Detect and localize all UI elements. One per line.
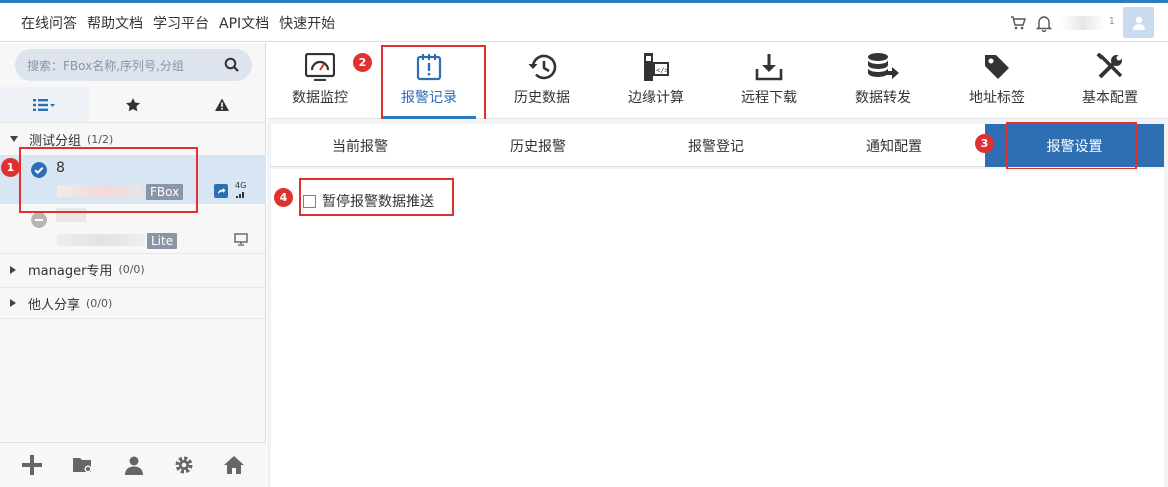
step-marker-1: 1 bbox=[1, 158, 20, 177]
highlight-box-device bbox=[19, 147, 198, 213]
tab-list-view[interactable] bbox=[0, 87, 89, 122]
caret-right-icon bbox=[10, 265, 16, 274]
svg-text:</>: </> bbox=[656, 67, 669, 75]
module-toolbar: 数据监控 报警记录 历史数据 </> 边缘计算 远程下载 数据转发 地址标签 基… bbox=[267, 43, 1168, 122]
tool-edge-compute[interactable]: </> 边缘计算 bbox=[603, 43, 709, 119]
caret-right-icon bbox=[10, 299, 16, 307]
highlight-box-option bbox=[299, 178, 454, 216]
group-row-shared[interactable]: 他人分享 (0/0) bbox=[0, 287, 266, 319]
alarm-panel: 当前报警 历史报警 报警登记 通知配置 报警设置 3 暂停报警数据推送 4 bbox=[267, 119, 1168, 487]
tab-favorites[interactable] bbox=[89, 87, 178, 122]
tool-basic-config[interactable]: 基本配置 bbox=[1057, 43, 1163, 119]
step-marker-3: 3 bbox=[975, 134, 994, 153]
tool-label: 数据监控 bbox=[292, 90, 348, 106]
top-nav: 在线问答 帮助文档 学习平台 API文档 快速开始 bbox=[21, 13, 335, 33]
cart-icon[interactable] bbox=[1009, 14, 1027, 32]
highlight-box-subtab bbox=[1006, 122, 1137, 170]
subtab-current-alarms[interactable]: 当前报警 bbox=[271, 124, 449, 167]
nav-api-link[interactable]: API文档 bbox=[219, 13, 269, 33]
bell-icon[interactable] bbox=[1035, 14, 1053, 32]
caret-down-icon bbox=[10, 136, 18, 142]
screen-icon bbox=[234, 233, 248, 246]
subtab-alarm-register[interactable]: 报警登记 bbox=[627, 124, 805, 167]
device-sidebar: 搜索：FBox名称,序列号,分组 测试分组 (1/2) 8 FBox 4G Li… bbox=[0, 43, 266, 487]
list-icon bbox=[33, 98, 56, 111]
star-icon bbox=[126, 97, 140, 111]
group-name: 他人分享 bbox=[28, 297, 81, 313]
share-icon[interactable] bbox=[214, 184, 228, 198]
tool-label: 数据转发 bbox=[855, 90, 911, 106]
group-count: (1/2) bbox=[87, 132, 114, 146]
group-count: (0/0) bbox=[86, 296, 113, 310]
search-input[interactable]: 搜索：FBox名称,序列号,分组 bbox=[27, 57, 184, 74]
top-bar: 在线问答 帮助文档 学习平台 API文档 快速开始 1 bbox=[0, 3, 1168, 42]
subtab-notify-config[interactable]: 通知配置 bbox=[805, 124, 983, 167]
username[interactable]: 1 bbox=[1061, 15, 1115, 30]
signal-bars-icon bbox=[236, 192, 244, 198]
history-icon bbox=[528, 54, 557, 80]
group-name: manager专用 bbox=[28, 264, 113, 279]
user-icon bbox=[1132, 16, 1145, 30]
alarm-settings-content: 暂停报警数据推送 4 bbox=[271, 169, 1164, 487]
tool-history-data[interactable]: 历史数据 bbox=[489, 43, 595, 119]
tool-label: 基本配置 bbox=[1082, 90, 1138, 106]
tool-data-forward[interactable]: 数据转发 bbox=[830, 43, 936, 119]
user-icon[interactable] bbox=[124, 455, 144, 475]
warning-icon bbox=[214, 98, 229, 111]
folder-settings-icon[interactable] bbox=[72, 455, 94, 475]
download-icon bbox=[755, 54, 783, 81]
gear-icon[interactable] bbox=[174, 455, 194, 475]
tag-icon bbox=[985, 55, 1009, 79]
tool-label: 边缘计算 bbox=[628, 90, 684, 106]
tool-remote-download[interactable]: 远程下载 bbox=[716, 43, 822, 119]
group-row-manager[interactable]: manager专用 (0/0) bbox=[0, 253, 266, 285]
database-forward-icon bbox=[868, 53, 899, 79]
home-icon[interactable] bbox=[223, 455, 245, 475]
group-name: 测试分组 bbox=[29, 133, 82, 149]
edge-compute-icon: </> bbox=[644, 53, 669, 81]
user-area: 1 bbox=[1009, 7, 1154, 38]
sidebar-footer bbox=[0, 442, 266, 487]
nav-help-link[interactable]: 帮助文档 bbox=[87, 13, 143, 33]
signal-label: 4G bbox=[235, 181, 247, 190]
nav-quickstart-link[interactable]: 快速开始 bbox=[279, 13, 335, 33]
tool-address-tag[interactable]: 地址标签 bbox=[944, 43, 1050, 119]
avatar[interactable] bbox=[1123, 7, 1154, 38]
tool-label: 历史数据 bbox=[514, 90, 570, 106]
offline-icon bbox=[31, 212, 47, 228]
nav-qa-link[interactable]: 在线问答 bbox=[21, 13, 77, 33]
tools-icon bbox=[1096, 53, 1123, 79]
sidebar-tabs bbox=[0, 87, 266, 123]
add-icon[interactable] bbox=[21, 454, 43, 476]
highlight-box-tool bbox=[381, 45, 486, 122]
device-serial bbox=[57, 234, 145, 246]
step-marker-4: 4 bbox=[274, 188, 293, 207]
step-marker-2: 2 bbox=[353, 53, 372, 72]
device-type-badge: Lite bbox=[147, 233, 178, 249]
tool-label: 地址标签 bbox=[969, 90, 1025, 106]
search-icon[interactable] bbox=[224, 57, 240, 73]
nav-learning-link[interactable]: 学习平台 bbox=[153, 13, 209, 33]
group-count: (0/0) bbox=[118, 263, 145, 276]
search-box[interactable]: 搜索：FBox名称,序列号,分组 bbox=[15, 49, 252, 81]
tool-label: 远程下载 bbox=[741, 90, 797, 106]
monitor-icon bbox=[305, 53, 335, 81]
tab-alarms[interactable] bbox=[177, 87, 266, 122]
subtab-history-alarms[interactable]: 历史报警 bbox=[449, 124, 627, 167]
